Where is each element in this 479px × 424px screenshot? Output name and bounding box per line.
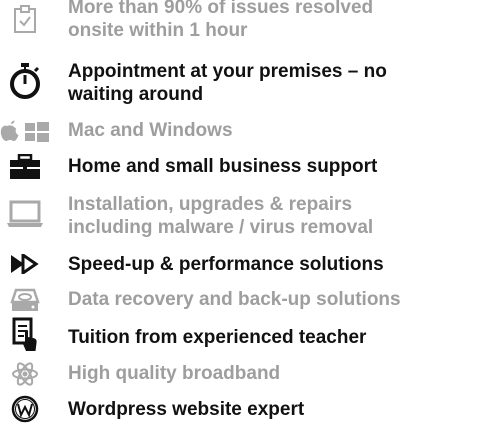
feature-text-line: Tuition from experienced teacher bbox=[68, 327, 367, 348]
feature-text-line: waiting around bbox=[68, 84, 204, 105]
clipboard-check-icon bbox=[0, 3, 50, 35]
stopwatch-icon bbox=[0, 61, 50, 101]
feature-text-line: onsite within 1 hour bbox=[68, 20, 248, 41]
feature-text: Tuition from experienced teacher bbox=[68, 326, 475, 349]
feature-text-line: Installation, upgrades & repairs bbox=[68, 194, 353, 215]
feature-list: More than 90% of issues resolved onsite … bbox=[0, 0, 479, 424]
apple-windows-icon bbox=[0, 118, 50, 144]
feature-text-line: Data recovery and back-up solutions bbox=[68, 289, 401, 310]
feature-text-line: More than 90% of issues resolved bbox=[68, 0, 374, 18]
feature-text: More than 90% of issues resolved onsite … bbox=[68, 0, 475, 42]
feature-text-line: High quality broadband bbox=[68, 363, 281, 384]
atom-icon bbox=[0, 361, 50, 387]
feature-text-line: Appointment at your premises – no bbox=[68, 61, 387, 82]
feature-text: Mac and Windows bbox=[68, 119, 475, 142]
feature-text: Speed-up & performance solutions bbox=[68, 253, 475, 276]
document-hand-icon bbox=[0, 316, 50, 356]
hard-drive-icon bbox=[0, 286, 50, 314]
briefcase-icon bbox=[0, 152, 50, 182]
feature-text-line: Wordpress website expert bbox=[68, 399, 305, 420]
feature-text: Data recovery and back-up solutions bbox=[68, 288, 475, 311]
feature-text-line: Speed-up & performance solutions bbox=[68, 254, 384, 275]
laptop-icon bbox=[0, 196, 50, 232]
wordpress-icon bbox=[0, 395, 50, 423]
feature-text-line: Home and small business support bbox=[68, 156, 378, 177]
feature-text-line: including malware / virus removal bbox=[68, 217, 374, 238]
feature-text: Appointment at your premises – no waitin… bbox=[68, 60, 475, 106]
fast-forward-icon bbox=[0, 251, 50, 277]
feature-text: Wordpress website expert bbox=[68, 398, 475, 421]
feature-text-line: Mac and Windows bbox=[68, 120, 233, 141]
feature-text: Installation, upgrades & repairs includi… bbox=[68, 193, 475, 239]
feature-text: High quality broadband bbox=[68, 362, 475, 385]
feature-text: Home and small business support bbox=[68, 155, 475, 178]
